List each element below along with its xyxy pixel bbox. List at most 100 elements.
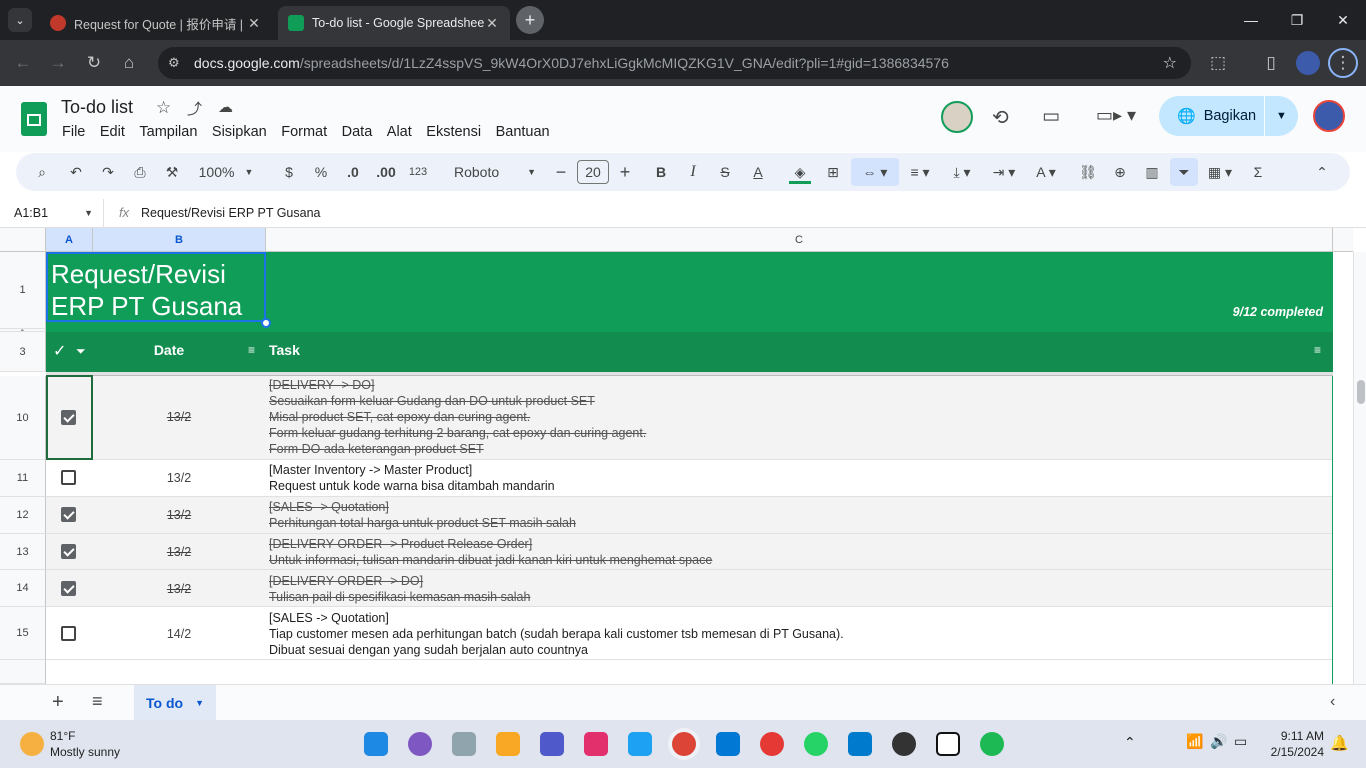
sheet-menu-icon[interactable]: ▼ — [195, 698, 204, 708]
text-wrap-icon[interactable]: ⇥ ▾ — [986, 153, 1022, 191]
history-icon[interactable]: ⟲ — [992, 105, 1009, 130]
clock-time[interactable]: 9:11 AM — [1270, 729, 1324, 743]
zoom-select[interactable]: 100% ▼ — [192, 153, 260, 191]
italic-icon[interactable]: I — [679, 153, 707, 191]
task-cell[interactable]: [Master Inventory -> Master Product] Req… — [269, 462, 555, 494]
file-explorer-icon[interactable] — [496, 732, 520, 756]
share-button[interactable]: 🌐 Bagikan ▼ — [1159, 96, 1298, 136]
menu-file[interactable]: File — [62, 124, 85, 140]
bold-icon[interactable]: B — [647, 153, 675, 191]
row-header-16[interactable] — [0, 660, 46, 684]
github-desktop-icon[interactable] — [892, 732, 916, 756]
profile-avatar[interactable] — [1296, 51, 1320, 75]
task-cell[interactable]: [DELIVERY -> DO] Sesuaikan form keluar G… — [269, 377, 646, 457]
strikethrough-icon[interactable]: S — [711, 153, 739, 191]
menu-format[interactable]: Format — [281, 124, 327, 140]
instagram-icon[interactable] — [584, 732, 608, 756]
task-cell[interactable]: [DELIVERY ORDER -> Product Release Order… — [269, 536, 712, 568]
back-icon[interactable]: ← — [8, 48, 38, 78]
menu-tools[interactable]: Alat — [387, 124, 412, 140]
close-tab-icon[interactable]: ✕ — [246, 15, 262, 32]
menu-help[interactable]: Bantuan — [496, 124, 550, 140]
site-info-icon[interactable]: ⚙ — [168, 55, 180, 71]
menu-insert[interactable]: Sisipkan — [212, 124, 267, 140]
volume-icon[interactable]: 🔊 — [1210, 733, 1227, 750]
formula-input[interactable]: Request/Revisi ERP PT Gusana — [141, 206, 321, 220]
checkbox[interactable] — [61, 544, 76, 559]
filter-icon[interactable]: ⏷ — [1170, 158, 1198, 186]
sheet-title[interactable]: Request/Revisi ERP PT Gusana — [46, 252, 266, 322]
whatsapp-icon[interactable] — [804, 732, 828, 756]
fill-color-icon[interactable]: ◈ — [786, 153, 814, 191]
row-header-11[interactable]: 11 — [0, 460, 46, 497]
meet-icon[interactable]: ▭▸ ▾ — [1096, 105, 1136, 126]
functions-icon[interactable]: Σ — [1244, 153, 1272, 191]
restore-icon[interactable]: ❐ — [1274, 0, 1320, 40]
merge-cells-icon[interactable]: ⇔ ▾ — [851, 158, 899, 186]
checkbox[interactable] — [61, 581, 76, 596]
network-icon[interactable]: 📶 — [1186, 733, 1203, 750]
teams-icon[interactable] — [540, 732, 564, 756]
row-header-15[interactable]: 15 — [0, 607, 46, 660]
clock-date[interactable]: 2/15/2024 — [1258, 745, 1324, 759]
extensions-icon[interactable]: ⬚ — [1203, 48, 1233, 78]
forward-icon[interactable]: → — [43, 48, 73, 78]
checkbox[interactable] — [61, 470, 76, 485]
font-select[interactable]: Roboto ▼ — [446, 153, 536, 191]
show-hidden-icons-icon[interactable]: ⌃ — [1124, 734, 1136, 751]
bookmark-star-icon[interactable]: ☆ — [1163, 53, 1177, 73]
collapse-sidepanel-icon[interactable]: ‹ — [1330, 693, 1335, 711]
home-icon[interactable]: ⌂ — [114, 48, 144, 78]
ms-store-icon[interactable] — [716, 732, 740, 756]
scrollbar-thumb[interactable] — [1357, 380, 1365, 404]
date-cell[interactable]: 13/2 — [93, 582, 265, 596]
horizontal-align-icon[interactable]: ≡ ▾ — [902, 153, 938, 191]
print-icon[interactable]: ⎙ — [126, 153, 154, 191]
undo-icon[interactable]: ↶ — [62, 153, 90, 191]
move-icon[interactable]: ⤴ — [187, 98, 202, 119]
menu-edit[interactable]: Edit — [100, 124, 125, 140]
vertical-align-icon[interactable]: ⤓ ▾ — [944, 153, 980, 191]
comment-icon[interactable]: ⊕ — [1106, 153, 1134, 191]
browser-menu-icon[interactable]: ⋮ — [1328, 48, 1358, 78]
row-header-1[interactable]: 1 — [0, 252, 46, 329]
checkbox[interactable] — [61, 410, 76, 425]
vscode-icon[interactable] — [848, 732, 872, 756]
borders-icon[interactable]: ⊞ — [819, 153, 847, 191]
search-icon[interactable]: ⌕ — [28, 153, 56, 191]
percent-format-button[interactable]: % — [307, 153, 335, 191]
sheets-logo-icon[interactable] — [21, 102, 47, 136]
text-rotation-icon[interactable]: A ▾ — [1028, 153, 1064, 191]
number-format-button[interactable]: 123 — [404, 153, 432, 191]
document-title[interactable]: To-do list — [61, 97, 133, 118]
task-filter-icon[interactable]: ≡ — [1314, 343, 1321, 357]
minimize-icon[interactable]: — — [1228, 0, 1274, 40]
battery-icon[interactable]: ▭ — [1234, 733, 1247, 750]
date-filter-icon[interactable]: ≡ — [248, 343, 255, 357]
chrome-icon[interactable] — [672, 732, 696, 756]
name-box[interactable]: A1:B1 ▼ — [0, 199, 104, 227]
link-icon[interactable]: ⛓ — [1074, 153, 1102, 191]
reload-icon[interactable]: ↻ — [79, 48, 109, 78]
url-input[interactable]: ⚙ docs.google.com/spreadsheets/d/1LzZ4ss… — [158, 47, 1191, 79]
menu-data[interactable]: Data — [342, 124, 373, 140]
wps-icon[interactable] — [760, 732, 784, 756]
task-view-icon[interactable] — [452, 732, 476, 756]
date-cell[interactable]: 13/2 — [93, 508, 265, 522]
windows-start-icon[interactable] — [364, 732, 388, 756]
vertical-scrollbar[interactable] — [1353, 252, 1366, 684]
new-tab-button[interactable]: + — [516, 6, 544, 34]
collapse-toolbar-icon[interactable]: ⌃ — [1308, 153, 1336, 191]
row-header-14[interactable]: 14 — [0, 570, 46, 607]
menu-view[interactable]: Tampilan — [139, 124, 197, 140]
all-sheets-icon[interactable]: ≡ — [92, 691, 103, 712]
checkbox[interactable] — [61, 507, 76, 522]
cloud-status-icon[interactable]: ☁ — [218, 98, 233, 116]
close-tab-icon[interactable]: ✕ — [484, 15, 500, 32]
star-icon[interactable]: ☆ — [156, 98, 171, 118]
name-box-dropdown-icon[interactable]: ▼ — [84, 208, 93, 218]
weather-icon[interactable] — [20, 732, 44, 756]
side-panel-icon[interactable]: ▯ — [1256, 48, 1286, 78]
increase-decimal-button[interactable]: .00 — [371, 153, 401, 191]
row-header-12[interactable]: 12 — [0, 497, 46, 534]
